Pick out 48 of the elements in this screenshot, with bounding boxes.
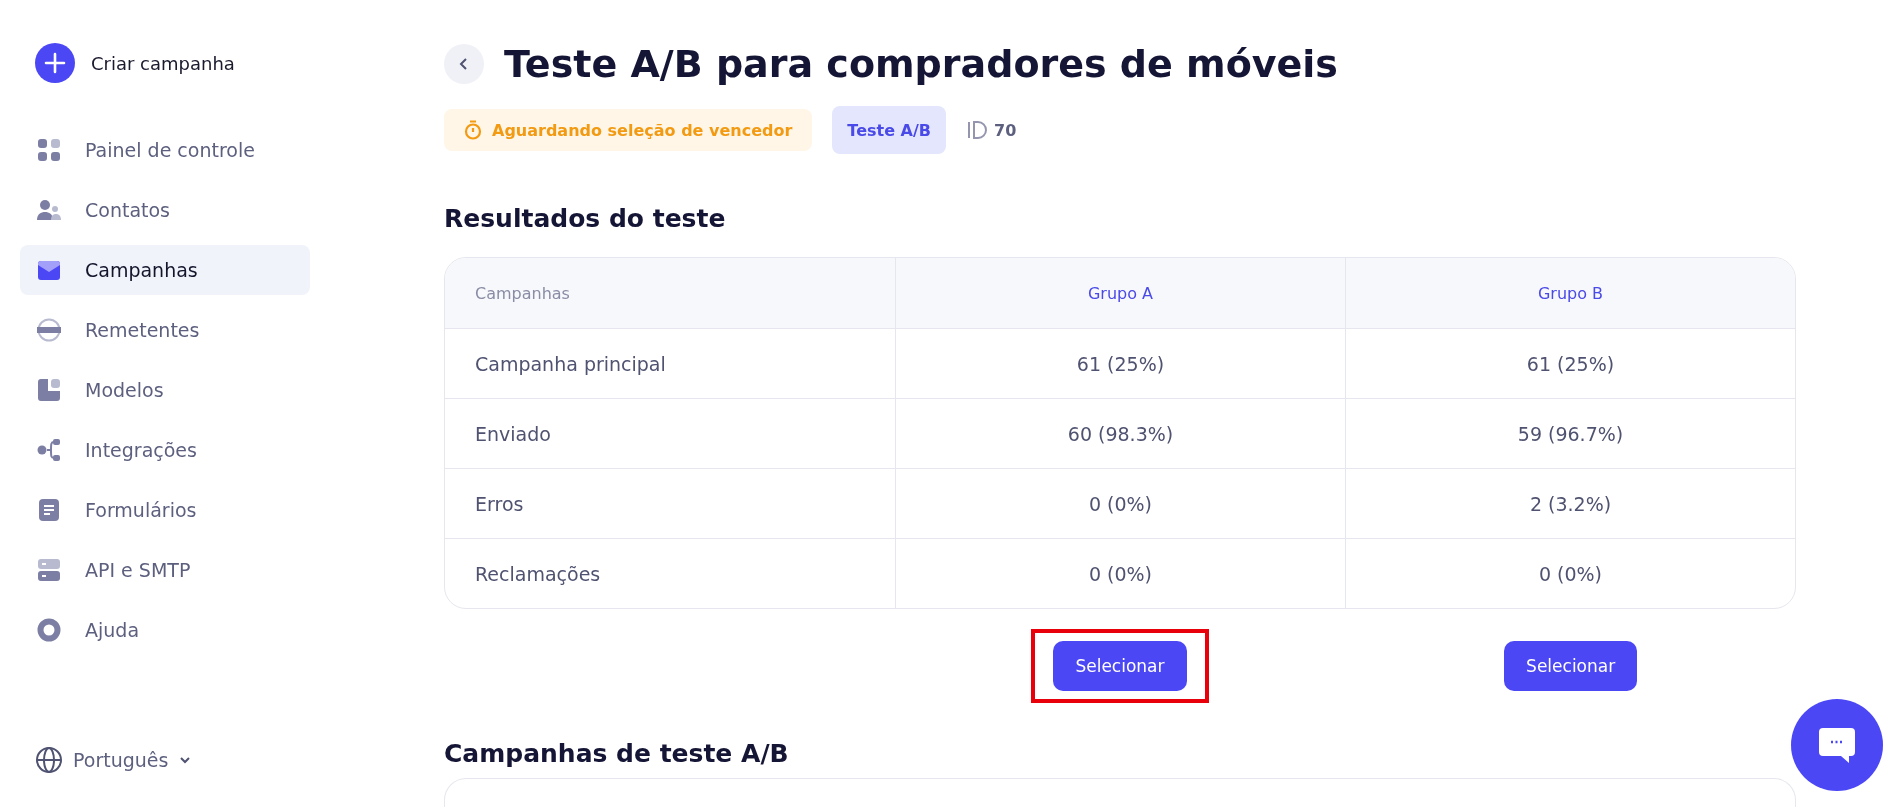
server-icon: [37, 558, 61, 582]
chat-icon: [1817, 726, 1857, 764]
status-badge: Aguardando seleção de vencedor: [444, 109, 813, 151]
table-cell: 61 (25%): [895, 328, 1345, 398]
table-cell: 59 (96.7%): [1345, 398, 1795, 468]
sidebar-item[interactable]: Modelos: [20, 365, 310, 415]
row-label: Campanha principal: [445, 328, 895, 398]
select-button[interactable]: Selecionar: [1504, 641, 1638, 691]
globe-icon: [37, 318, 61, 342]
sidebar-item[interactable]: Campanhas: [20, 245, 310, 295]
sidebar-item[interactable]: Remetentes: [20, 305, 310, 355]
campaign-id: 70: [994, 120, 1017, 140]
globe-icon: [35, 746, 63, 774]
table-cell: 61 (25%): [1345, 328, 1795, 398]
page-title: Teste A/B para compradores de móveis: [504, 42, 1338, 86]
sidebar-item[interactable]: Contatos: [20, 185, 310, 235]
sidebar-item[interactable]: Integrações: [20, 425, 310, 475]
sidebar-item[interactable]: Formulários: [20, 485, 310, 535]
lifebuoy-icon: [37, 618, 61, 642]
stopwatch-icon: [464, 120, 482, 140]
column-header: Campanhas: [445, 258, 895, 328]
create-campaign-button[interactable]: Criar campanha: [20, 43, 310, 83]
sidebar-item[interactable]: Painel de controle: [20, 125, 310, 175]
row-label: Enviado: [445, 398, 895, 468]
column-header: Grupo B: [1345, 258, 1795, 328]
row-label: Reclamações: [445, 538, 895, 608]
row-label: Erros: [445, 468, 895, 538]
table-cell: 60 (98.3%): [895, 398, 1345, 468]
sidebar-item[interactable]: Ajuda: [20, 605, 310, 655]
table-cell: 0 (0%): [1345, 538, 1795, 608]
select-button[interactable]: Selecionar: [1053, 641, 1187, 691]
template-icon: [37, 378, 61, 402]
sidebar-item[interactable]: API e SMTP: [20, 545, 310, 595]
table-cell: 2 (3.2%): [1345, 468, 1795, 538]
table-cell: 0 (0%): [895, 468, 1345, 538]
section-title: Resultados do teste: [444, 204, 727, 233]
table-cell: 0 (0%): [895, 538, 1345, 608]
section-title: Campanhas de teste A/B: [444, 739, 790, 768]
grid-icon: [37, 138, 61, 162]
envelope-icon: [37, 258, 61, 282]
column-header: Grupo A: [895, 258, 1345, 328]
nodes-icon: [37, 438, 61, 462]
type-badge: Teste A/B: [832, 106, 946, 154]
id-icon: [966, 120, 988, 140]
plus-icon: [35, 43, 75, 83]
users-icon: [37, 198, 61, 222]
form-icon: [37, 498, 61, 522]
language-selector[interactable]: Português: [20, 746, 310, 774]
